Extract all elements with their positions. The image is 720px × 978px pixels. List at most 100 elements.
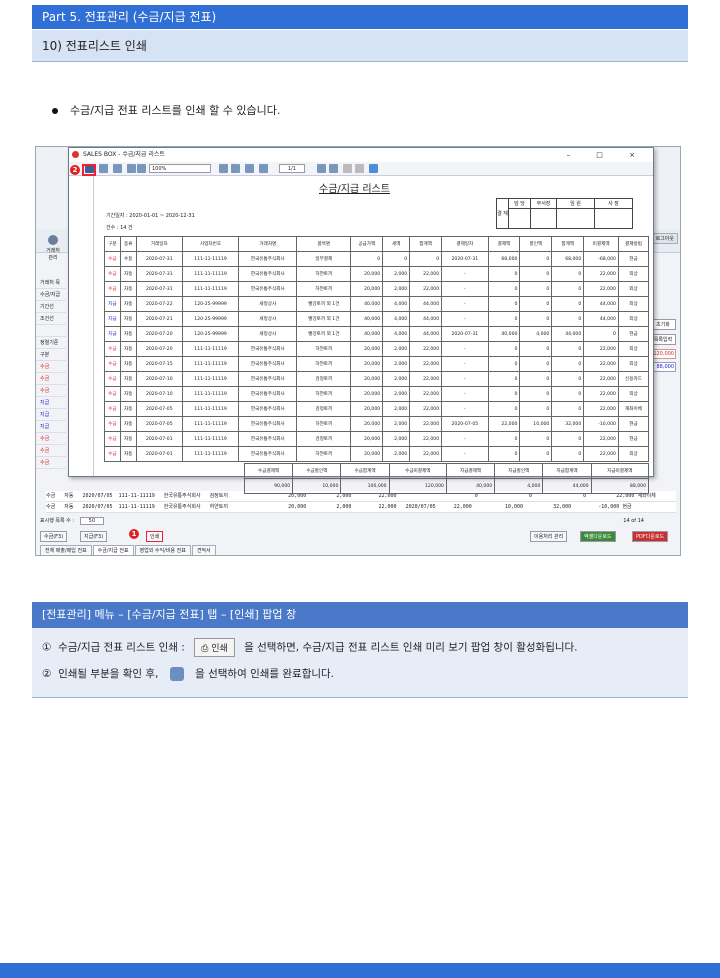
summary-value: 88,000 xyxy=(590,478,650,494)
table-cell: 20,000 xyxy=(350,401,384,417)
table-cell: 현금 xyxy=(617,326,650,342)
tab-all-slips[interactable]: 전체 매출/매입 전표 xyxy=(40,545,92,555)
table-cell: 0 xyxy=(551,281,585,297)
table-cell: 22,000 xyxy=(409,266,443,282)
zoom-select[interactable]: 100% xyxy=(149,164,211,173)
first-page-icon[interactable] xyxy=(245,164,254,173)
table-cell: 20,000 xyxy=(350,341,384,357)
left-list-item[interactable]: 지급 xyxy=(36,421,66,433)
find-icon[interactable] xyxy=(113,164,122,173)
table-cell: - xyxy=(441,296,489,312)
prev-page-icon[interactable] xyxy=(259,164,268,173)
left-list-item[interactable]: 지급 xyxy=(36,397,66,409)
left-list-item[interactable]: 수금 xyxy=(36,433,66,445)
table-row[interactable]: 수금 자동 2020/07/05 111-11-11119 한국유통주식회사 하… xyxy=(46,502,676,513)
table-cell: 0 xyxy=(487,341,521,357)
table-cell: 22,000 xyxy=(409,431,443,447)
table-cell: 0 xyxy=(409,251,443,267)
table-cell: 111-11-11119 xyxy=(181,341,240,357)
left-list-item[interactable]: 거래처 목 xyxy=(36,277,66,289)
left-list-item[interactable]: 수금 xyxy=(36,361,66,373)
table-cell: 0 xyxy=(519,431,553,447)
table-cell: 자동 xyxy=(119,326,137,342)
table-cell: 22,000 xyxy=(583,431,619,447)
table-cell: 외상 xyxy=(617,341,650,357)
pager-text: 14 of 14 xyxy=(623,518,644,524)
page-width-icon[interactable] xyxy=(219,164,228,173)
table-cell: 외상 xyxy=(617,386,650,402)
pay-button[interactable]: 지급(F3) xyxy=(80,531,108,542)
collect-button[interactable]: 수금(F3) xyxy=(40,531,68,542)
tab-nonoperating[interactable]: 영업외 수익/비용 전표 xyxy=(134,545,191,555)
table-cell: 2020-07-22 xyxy=(135,296,183,312)
table-cell: 20,000 xyxy=(350,431,384,447)
left-list-item[interactable]: 수금 xyxy=(36,445,66,457)
note-header: [전표관리] 메뉴 – [수금/지급 전표] 탭 – [인쇄] 팝업 창 xyxy=(32,602,688,628)
logout-button[interactable]: 로그아웃 xyxy=(651,233,678,244)
client-manage-icon[interactable]: 거래처 관리 xyxy=(44,235,62,261)
left-list-item[interactable]: 지급 xyxy=(36,409,66,421)
intro-bullet: 수금/지급 전표 리스트를 인쇄 할 수 있습니다. xyxy=(52,102,280,118)
print-button-sample: ⎙ 인쇄 xyxy=(194,638,235,657)
last-page-icon[interactable] xyxy=(329,164,338,173)
report-table: 구분 종류 거래일자 사업자번호 거래처명 품목명 공급가액 세액 합계액 결제일자 결제액 할인액 합… xyxy=(104,236,650,462)
table-cell: - xyxy=(441,341,489,357)
zoom-out-icon[interactable] xyxy=(137,164,146,173)
left-list-item[interactable]: 수금/지급 xyxy=(36,289,66,301)
table-cell: 자동 xyxy=(119,356,137,372)
table-cell: 111-11-11119 xyxy=(181,431,240,447)
window-controls[interactable]: – □ × xyxy=(567,148,647,162)
summary-header: 수금결제액 xyxy=(243,463,294,479)
table-cell: 20,000 xyxy=(350,356,384,372)
refresh-icon[interactable] xyxy=(369,164,378,173)
left-list-item[interactable]: 정렬기준 xyxy=(36,337,66,349)
table-cell: 44,000 xyxy=(583,296,619,312)
table-cell: 2,000 xyxy=(382,341,411,357)
print-button[interactable]: 인쇄 xyxy=(146,531,164,542)
approval-box: 결 재 담 당 부서장 임 원 사 장 xyxy=(496,198,633,229)
table-cell: 2020-07-05 xyxy=(135,416,183,432)
table-cell: 빨강토끼 외 1건 xyxy=(296,311,352,327)
left-list-item[interactable]: 수금 xyxy=(36,373,66,385)
page-size-select[interactable]: 50 xyxy=(79,517,105,525)
next-page-icon[interactable] xyxy=(317,164,326,173)
left-list-item[interactable]: 수금 xyxy=(36,385,66,397)
table-cell: 수동 xyxy=(119,251,137,267)
pdf-download-button[interactable]: PDF다운로드 xyxy=(632,531,669,542)
left-list-item[interactable]: 구분 xyxy=(36,349,66,361)
tab-collect-pay[interactable]: 수금/지급 전표 xyxy=(92,545,134,555)
table-cell: 20,000 xyxy=(350,446,384,462)
table-cell: 하얀토끼 xyxy=(296,281,352,297)
table-cell: 0 xyxy=(519,401,553,417)
table-cell: 10,000 xyxy=(519,416,553,432)
excel-download-button[interactable]: 엑셀다운로드 xyxy=(580,531,616,542)
left-list-item[interactable] xyxy=(36,325,66,337)
export-icon[interactable] xyxy=(99,164,108,173)
zoom-in-icon[interactable] xyxy=(127,164,136,173)
note-line-2: ② 인쇄될 부분을 확인 후, 을 선택하여 인쇄를 완료합니다. xyxy=(42,666,334,681)
intro-text: 수금/지급 전표 리스트를 인쇄 할 수 있습니다. xyxy=(70,104,281,117)
note-line1-post: 을 선택하면, 수금/지급 전표 리스트 인쇄 미리 보기 팝업 창이 활성화됩… xyxy=(244,641,578,654)
left-list-item[interactable]: 기간선 xyxy=(36,301,66,313)
back-icon[interactable] xyxy=(343,164,352,173)
misc-manage-button[interactable]: 이용처리 관리 xyxy=(530,531,568,542)
forward-icon[interactable] xyxy=(355,164,364,173)
page-number-field[interactable]: 1/1 xyxy=(279,164,305,173)
tab-estimate[interactable]: 견적서 xyxy=(191,545,216,555)
table-cell: 외상 xyxy=(617,356,650,372)
left-list-item[interactable]: 수금 xyxy=(36,457,66,469)
table-cell: 자동 xyxy=(119,296,137,312)
table-cell: 22,000 xyxy=(409,281,443,297)
table-cell: 0 xyxy=(583,326,619,342)
table-cell: 한국유통주식회사 xyxy=(238,341,298,357)
left-list-item[interactable]: 조건선 xyxy=(36,313,66,325)
table-cell: 111-11-11119 xyxy=(181,251,240,267)
part-header: Part 5. 전표관리 (수금/지급 전표) xyxy=(32,5,688,29)
table-cell: 세정상사 xyxy=(238,326,298,342)
summary-header: 지급합계액 xyxy=(542,463,592,479)
column-header: 할인액 xyxy=(519,236,553,252)
whole-page-icon[interactable] xyxy=(231,164,240,173)
table-row: 수금 자동 2020-07-10 111-11-11119 한국유통주식회사 하얀토끼 20… xyxy=(104,386,650,402)
table-cell: 4,000 xyxy=(382,326,411,342)
table-cell: 외상 xyxy=(617,266,650,282)
